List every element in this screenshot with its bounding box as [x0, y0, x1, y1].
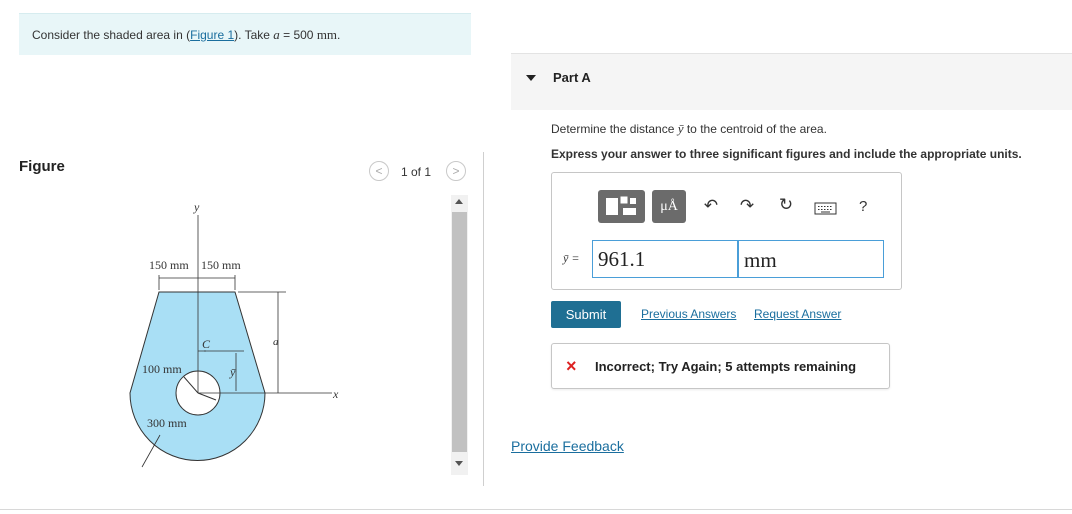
centroid-label: C [202, 337, 211, 351]
scroll-down-icon[interactable] [455, 461, 463, 466]
reset-icon[interactable]: ↻ [776, 195, 796, 215]
keyboard-icon-shape [814, 202, 837, 215]
problem-prefix: Consider the shaded area in ( [32, 28, 191, 42]
templates-button[interactable] [598, 190, 645, 223]
problem-statement: Consider the shaded area in (Figure 1). … [19, 13, 471, 55]
question-prefix: Determine the distance [551, 122, 678, 136]
figure-prev-button[interactable]: < [369, 161, 389, 181]
answer-value-input[interactable]: 961.1 [592, 240, 738, 278]
ybar-label: ȳ [229, 365, 236, 379]
figure-diagram: y x 150 mm 150 mm C a ȳ 100 mm 300 mm [129, 200, 339, 468]
y-axis-label: y [193, 200, 200, 214]
submit-button[interactable]: Submit [551, 301, 621, 328]
height-label: a [273, 336, 279, 348]
part-a-header[interactable]: Part A [511, 53, 1072, 110]
problem-period: . [337, 28, 341, 42]
outer-radius-label: 300 mm [147, 416, 187, 430]
answer-label: ȳ = [563, 251, 580, 265]
answer-unit-input[interactable]: mm [738, 240, 884, 278]
scrollbar-thumb[interactable] [452, 212, 467, 452]
dim-right-label: 150 mm [201, 258, 241, 272]
units-button[interactable]: μÅ [652, 190, 686, 223]
question-suffix: to the centroid of the area. [683, 122, 827, 136]
previous-answers-link[interactable]: Previous Answers [641, 307, 736, 321]
x-axis-label: x [332, 387, 339, 401]
problem-text: Consider the shaded area in (Figure 1). … [32, 27, 340, 43]
figure-pager: 1 of 1 [401, 165, 432, 179]
keyboard-icon[interactable] [814, 201, 838, 220]
redo-icon[interactable]: ↷ [737, 196, 757, 216]
bottom-divider [0, 509, 1072, 510]
chevron-right-icon: > [452, 164, 460, 178]
part-a-title: Part A [553, 70, 591, 85]
error-x-icon: × [566, 356, 577, 376]
chevron-left-icon: < [375, 164, 383, 178]
hole-radius-label: 100 mm [142, 362, 182, 376]
instruction-text: Express your answer to three significant… [551, 147, 1022, 161]
question-text: Determine the distance ȳ to the centroid… [551, 121, 827, 137]
scroll-up-icon[interactable] [455, 199, 463, 204]
problem-unit: mm [316, 27, 338, 42]
help-button[interactable]: ? [859, 198, 867, 215]
feedback-message: × Incorrect; Try Again; 5 attempts remai… [551, 343, 890, 389]
templates-icon [606, 195, 636, 215]
caret-down-icon [526, 75, 536, 81]
problem-suffix: ). Take [234, 28, 274, 42]
request-answer-link[interactable]: Request Answer [754, 307, 841, 321]
problem-equals: = 500 [279, 28, 317, 42]
undo-icon[interactable]: ↶ [701, 196, 721, 216]
feedback-text: Incorrect; Try Again; 5 attempts remaini… [595, 359, 857, 374]
figure-next-button[interactable]: > [446, 161, 466, 181]
dim-left-label: 150 mm [149, 258, 189, 272]
figure-heading: Figure [19, 158, 65, 175]
panel-divider [483, 152, 484, 486]
provide-feedback-link[interactable]: Provide Feedback [511, 438, 624, 454]
figure-link[interactable]: Figure 1 [190, 28, 234, 42]
